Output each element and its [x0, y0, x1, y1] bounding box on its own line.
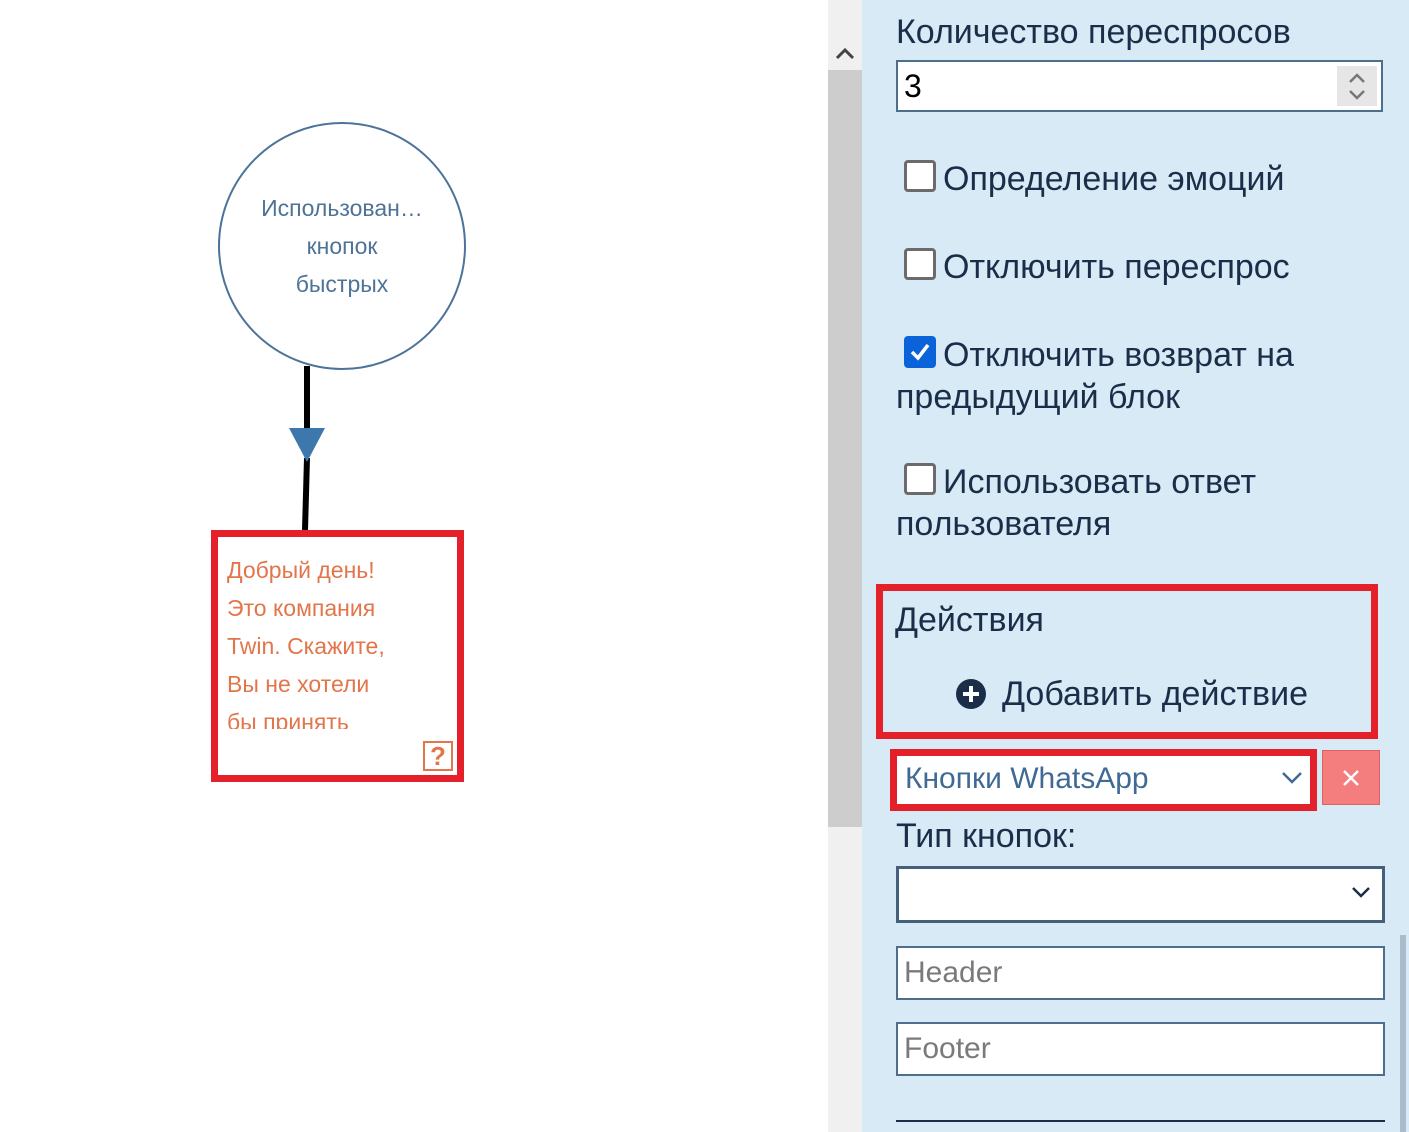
plus-circle-icon: [956, 679, 986, 709]
checkbox[interactable]: [904, 463, 936, 495]
properties-panel: Количество переспросов 3 Определение эмо…: [862, 0, 1409, 1132]
message-line: бы принять: [227, 709, 349, 729]
close-icon: [1343, 769, 1359, 786]
checkbox[interactable]: [904, 248, 936, 280]
checkbox-checked[interactable]: [904, 336, 936, 368]
remove-action-button[interactable]: [1322, 750, 1380, 805]
retry-count-value: 3: [904, 68, 922, 104]
checkbox-label: Использовать ответ пользователя: [896, 463, 1257, 543]
button-type-select[interactable]: [896, 866, 1385, 923]
checkbox-label: Определение эмоций: [943, 160, 1285, 198]
number-spinner[interactable]: [1337, 66, 1377, 106]
action-type-value: Кнопки WhatsApp: [905, 762, 1149, 795]
actions-title: Действия: [895, 601, 1044, 639]
scroll-up-button[interactable]: [828, 38, 862, 70]
add-action-button[interactable]: Добавить действие: [955, 673, 1308, 715]
node-label-line: быстрых: [295, 271, 389, 297]
message-text: Добрый день! Это компания Twin. Скажите,…: [227, 551, 432, 729]
checkbox[interactable]: [904, 160, 936, 192]
message-line: Это компания: [227, 595, 376, 621]
flow-canvas[interactable]: Использован… кнопок быстрых Добрый день!…: [0, 0, 828, 1132]
checkbox-use-user-answer[interactable]: Использовать ответ пользователя: [896, 461, 1396, 545]
retry-count-input[interactable]: 3: [896, 60, 1383, 112]
checkbox-disable-return[interactable]: Отключить возврат на предыдущий блок: [896, 334, 1396, 418]
button-type-label: Тип кнопок:: [896, 817, 1077, 855]
checkmark-icon: [910, 343, 930, 361]
panel-scroll-edge[interactable]: [1400, 935, 1406, 1132]
checkbox-emotion-detection[interactable]: Определение эмоций: [896, 158, 1396, 200]
add-action-label: Добавить действие: [1002, 675, 1308, 713]
footer-input[interactable]: [896, 1022, 1385, 1076]
question-icon[interactable]: ?: [423, 741, 453, 771]
node-label-line: Использован…: [261, 195, 423, 221]
message-node[interactable]: Добрый день! Это компания Twin. Скажите,…: [211, 530, 464, 782]
node-label-line: кнопок: [306, 233, 378, 259]
action-type-select[interactable]: Кнопки WhatsApp: [890, 749, 1317, 811]
chevron-up-icon: [835, 47, 855, 60]
checkbox-disable-retry[interactable]: Отключить переспрос: [896, 246, 1396, 288]
message-line: Twin. Скажите,: [227, 633, 385, 659]
checkbox-label: Отключить возврат на предыдущий блок: [896, 336, 1294, 416]
retry-count-label: Количество переспросов: [896, 13, 1291, 51]
actions-section: Действия Добавить действие: [876, 584, 1378, 739]
chevron-down-icon: [1282, 772, 1302, 784]
scroll-thumb[interactable]: [828, 70, 862, 827]
spinner-arrows-icon: [1349, 73, 1365, 100]
checkbox-label: Отключить переспрос: [943, 248, 1290, 286]
quick-buttons-node[interactable]: Использован… кнопок быстрых: [218, 122, 466, 370]
connector-arrow-icon: [289, 428, 325, 462]
vertical-scrollbar[interactable]: [828, 0, 862, 1132]
message-line: Вы не хотели: [227, 671, 370, 697]
connector-line-bottom: [302, 457, 310, 531]
divider: [896, 1120, 1385, 1122]
message-line: Добрый день!: [227, 557, 375, 583]
header-input[interactable]: [896, 946, 1385, 1000]
chevron-down-icon: [1352, 887, 1370, 898]
